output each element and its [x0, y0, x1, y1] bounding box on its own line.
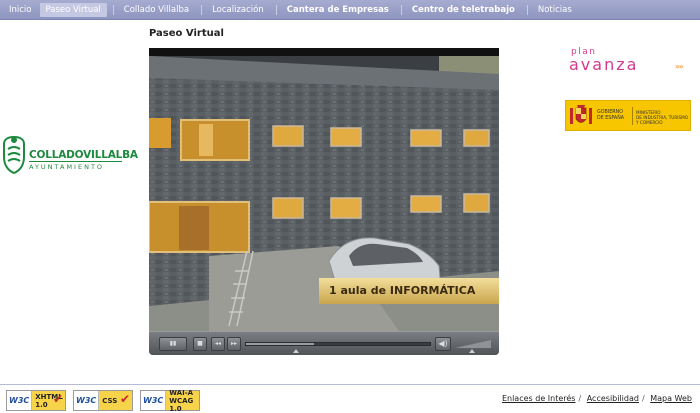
seek-bar[interactable]	[245, 342, 431, 346]
w3c-logo: W3C	[74, 391, 100, 410]
volume-marker-icon[interactable]	[469, 349, 475, 353]
nav-item-paseo-virtual[interactable]: Paseo Virtual	[39, 2, 107, 17]
video-frame[interactable]: 1 aula de INFORMÁTICA	[149, 56, 499, 331]
spain-coat-of-arms-icon	[570, 105, 592, 124]
link-separator: /	[578, 394, 582, 403]
nav-separator	[526, 4, 528, 15]
footer-divider	[0, 384, 700, 385]
collado-villalba-logo[interactable]: COLLADOVILLALBA AYUNTAMIENTO	[0, 135, 138, 177]
ministerio-text: MINISTERIO DE INDUSTRIA, TURISMO Y COMER…	[636, 110, 688, 125]
link-mapa-web[interactable]: Mapa Web	[650, 394, 692, 403]
nav-separator	[275, 4, 277, 15]
ministerio-line3: Y COMERCIO	[636, 120, 663, 125]
avanza-arrows-icon: »»	[675, 62, 684, 71]
css-badge[interactable]: W3C CSS ✔	[73, 390, 133, 411]
avanza-label: avanza	[569, 55, 639, 74]
nav-separator	[112, 4, 114, 15]
check-icon: ✔	[52, 392, 63, 406]
link-accesibilidad[interactable]: Accesibilidad	[587, 394, 639, 403]
volume-icon[interactable]: ◀)	[435, 337, 451, 351]
nav-separator	[201, 4, 203, 15]
nav-separator	[400, 4, 402, 15]
top-nav: Inicio Paseo Virtual Collado Villalba Lo…	[0, 0, 700, 20]
forward-button[interactable]: ▸▸	[227, 337, 241, 351]
check-icon: ✔	[119, 392, 130, 406]
ayuntamiento-label: AYUNTAMIENTO	[29, 163, 105, 171]
plan-avanza-logo[interactable]: plan avanza »»	[567, 47, 692, 79]
link-separator: /	[641, 394, 645, 403]
nav-item-cantera-empresas[interactable]: Cantera de Empresas	[281, 3, 395, 17]
gobierno-espana-logo[interactable]: GOBIERNO DE ESPAÑA MINISTERIO DE INDUSTR…	[565, 100, 691, 131]
stop-button[interactable]: ■	[193, 337, 207, 351]
video-caption: 1 aula de INFORMÁTICA	[319, 278, 499, 304]
rewind-button[interactable]: ◂◂	[211, 337, 225, 351]
pause-button[interactable]: ▮▮	[159, 337, 187, 351]
w3c-logo: W3C	[7, 391, 33, 410]
gobierno-divider	[632, 107, 633, 125]
volume-slider[interactable]	[455, 340, 491, 348]
nav-item-inicio[interactable]: Inicio	[3, 3, 38, 17]
badge-version: WCAG 1.0	[169, 396, 194, 413]
collado-villalba-name: COLLADOVILLALBA	[29, 149, 138, 161]
xhtml-badge[interactable]: W3C XHTML 1.0 ✔	[6, 390, 66, 411]
badge-label: WAI-A	[169, 388, 194, 397]
nav-item-centro-teletrabajo[interactable]: Centro de teletrabajo	[406, 3, 521, 17]
seek-marker-icon[interactable]	[293, 349, 299, 353]
nav-item-localizacion[interactable]: Localización	[206, 3, 270, 17]
crest-icon	[3, 135, 25, 175]
video-player[interactable]: 1 aula de INFORMÁTICA ▮▮ ■ ◂◂ ▸▸ ◀)	[149, 48, 499, 355]
gobierno-text: GOBIERNO DE ESPAÑA	[597, 110, 624, 121]
footer-links: Enlaces de Interés / Accesibilidad / Mapa …	[502, 394, 692, 403]
logo-divider	[29, 161, 122, 162]
page-title: Paseo Virtual	[149, 28, 224, 39]
seek-progress	[246, 343, 315, 345]
wai-badge[interactable]: W3C WAI-A WCAG 1.0	[140, 388, 200, 413]
link-enlaces-interes[interactable]: Enlaces de Interés	[502, 394, 576, 403]
w3c-badges: W3C XHTML 1.0 ✔ W3C CSS ✔ W3C WAI-A WCAG 1.0	[6, 388, 200, 413]
w3c-logo: W3C	[141, 391, 167, 410]
gobierno-line2: DE ESPAÑA	[597, 115, 625, 121]
nav-item-collado-villalba[interactable]: Collado Villalba	[118, 3, 195, 17]
gobierno-line1: GOBIERNO	[597, 110, 623, 115]
nav-item-noticias[interactable]: Noticias	[532, 3, 578, 17]
video-controls: ▮▮ ■ ◂◂ ▸▸ ◀)	[149, 331, 499, 355]
